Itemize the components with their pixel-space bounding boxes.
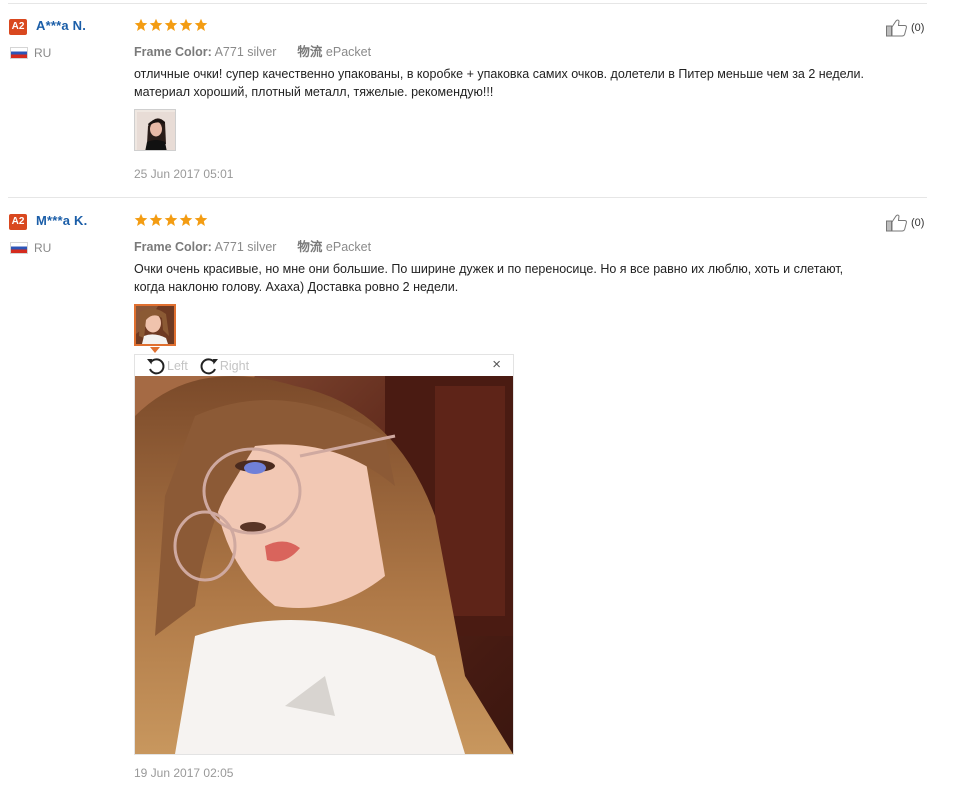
shipping-value: ePacket <box>325 45 372 59</box>
review-text-line: материал хороший, плотный металл, тяжелы… <box>134 85 494 99</box>
frame-color-label: Frame Color: <box>134 240 212 254</box>
review-text-line: когда наклоню голову. Ахаха) Доставка ро… <box>134 280 459 294</box>
buyer-level-badge: A2 <box>9 214 27 230</box>
buyer-level-badge: A2 <box>9 19 27 35</box>
review-photo-image <box>135 110 175 150</box>
star-icon <box>134 18 148 31</box>
rotate-left-icon <box>147 357 165 374</box>
country-flag-icon <box>10 47 28 59</box>
star-icon <box>134 213 148 226</box>
photo-viewer: Left Right × <box>134 354 514 755</box>
star-rating <box>134 213 208 229</box>
enlarged-review-photo <box>135 376 513 754</box>
shipping-label: 物流 <box>297 45 323 59</box>
star-icon <box>149 18 163 31</box>
star-icon <box>179 213 193 226</box>
star-icon <box>179 18 193 31</box>
star-icon <box>194 213 208 226</box>
frame-color-value: A771 silver <box>214 240 277 254</box>
star-icon <box>164 213 178 226</box>
order-info: Frame Color: A771 silver 物流 ePacket <box>134 41 371 60</box>
rotate-right-label: Right <box>219 358 250 373</box>
star-rating <box>134 18 208 34</box>
review-photo-thumbnail[interactable] <box>134 109 176 151</box>
rotate-right-icon <box>200 357 218 374</box>
buyer-name[interactable]: M***a K. <box>36 213 87 228</box>
frame-color-label: Frame Color: <box>134 45 212 59</box>
review-date: 25 Jun 2017 05:01 <box>134 167 234 181</box>
review-divider <box>8 197 927 198</box>
star-icon <box>149 213 163 226</box>
frame-color-value: A771 silver <box>214 45 277 59</box>
order-info: Frame Color: A771 silver 物流 ePacket <box>134 236 371 255</box>
thumbs-up-icon <box>886 214 907 232</box>
review-text-line: Очки очень красивые, но мне они большие.… <box>134 262 844 276</box>
star-icon <box>164 18 178 31</box>
thumbs-up-icon <box>886 19 907 37</box>
rotate-right-button[interactable]: Right <box>198 356 249 376</box>
buyer-country: RU <box>34 46 52 60</box>
buyer-name[interactable]: A***a N. <box>36 18 86 33</box>
top-divider <box>8 3 927 4</box>
country-flag-icon <box>10 242 28 254</box>
rotate-left-button[interactable]: Left <box>145 356 188 376</box>
star-icon <box>194 18 208 31</box>
selected-thumbnail-pointer <box>150 347 160 353</box>
buyer-country: RU <box>34 241 52 255</box>
photo-viewer-toolbar: Left Right × <box>135 355 513 376</box>
photo-viewer-image <box>135 376 513 754</box>
review-text: отличные очки! супер качественно упакова… <box>134 65 924 101</box>
rotate-left-label: Left <box>167 358 188 373</box>
review-date: 19 Jun 2017 02:05 <box>134 766 234 780</box>
review-text-line: отличные очки! супер качественно упакова… <box>134 67 864 81</box>
helpful-button[interactable]: (0) <box>885 18 924 38</box>
helpful-count: (0) <box>911 217 925 229</box>
review-photo-image <box>136 306 174 344</box>
helpful-count: (0) <box>911 22 925 34</box>
helpful-button[interactable]: (0) <box>885 213 924 233</box>
review-photo-thumbnail-selected[interactable] <box>134 304 176 346</box>
shipping-value: ePacket <box>325 240 372 254</box>
review-text: Очки очень красивые, но мне они большие.… <box>134 260 924 296</box>
close-icon[interactable]: × <box>492 357 501 373</box>
shipping-label: 物流 <box>297 240 323 254</box>
